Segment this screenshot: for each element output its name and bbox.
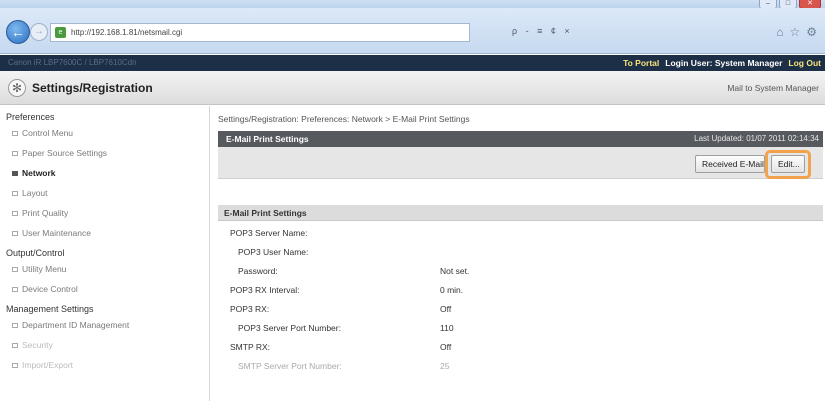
received-email-button[interactable]: Received E-Mail	[695, 155, 765, 173]
sidebar-group-output-control: Output/Control	[6, 248, 65, 258]
setting-value: Off	[440, 304, 452, 314]
setting-value: Off	[440, 342, 452, 352]
setting-label: POP3 User Name:	[238, 247, 309, 257]
settings-list: POP3 Server Name: POP3 User Name: Passwo…	[218, 224, 823, 376]
setting-row: POP3 Server Port Number: 110	[218, 319, 823, 338]
sidebar-item-device-control[interactable]: Device Control	[0, 278, 209, 298]
setting-value: Not set.	[440, 266, 470, 276]
sidebar-group-management: Management Settings	[6, 304, 94, 314]
main-content: Settings/Registration: Preferences: Netw…	[210, 106, 825, 401]
setting-value: 0 min.	[440, 285, 464, 295]
setting-row: POP3 User Name:	[218, 243, 823, 262]
home-icon[interactable]: ⌂	[776, 25, 783, 39]
window-titlebar: – □ ✕	[0, 0, 825, 9]
setting-label: POP3 RX:	[230, 304, 270, 314]
sidebar-item-paper-source[interactable]: Paper Source Settings	[0, 142, 209, 162]
forward-icon[interactable]: →	[30, 23, 48, 41]
section-header: E-Mail Print Settings	[218, 205, 823, 221]
logout-link[interactable]: Log Out	[788, 58, 821, 68]
sidebar-item-security[interactable]: Security	[0, 334, 209, 354]
setting-label: POP3 RX Interval:	[230, 285, 300, 295]
sidebar-item-print-quality[interactable]: Print Quality	[0, 202, 209, 222]
favorites-icon[interactable]: ☆	[789, 25, 800, 39]
last-updated: Last Updated: 01/07 2011 02:14:34	[694, 134, 819, 143]
setting-row: POP3 RX Interval: 0 min.	[218, 281, 823, 300]
device-header: Canon iR LBP7600C / LBP7610Cdn To Portal…	[0, 55, 825, 71]
browser-icons: ⌂ ☆ ⚙	[776, 25, 817, 39]
mail-to-manager-link[interactable]: Mail to System Manager	[727, 83, 819, 93]
sidebar: Preferences Control Menu Paper Source Se…	[0, 106, 210, 401]
panel-header: E-Mail Print Settings Last Updated: 01/0…	[218, 131, 823, 147]
edit-highlight	[765, 150, 811, 179]
device-name: Canon iR LBP7600C / LBP7610Cdn	[8, 58, 137, 67]
to-portal-link[interactable]: To Portal	[623, 58, 659, 68]
back-icon[interactable]: ←	[6, 20, 30, 44]
title-strip: ✻ Settings/Registration Mail to System M…	[0, 71, 825, 105]
page-title: Settings/Registration	[32, 81, 153, 95]
setting-row: POP3 Server Name:	[218, 224, 823, 243]
address-bar[interactable]: e http://192.168.1.81/netsmail.cgi	[50, 23, 470, 42]
sidebar-item-control-menu[interactable]: Control Menu	[0, 122, 209, 142]
setting-label: SMTP Server Port Number:	[238, 361, 342, 371]
settings-gear-icon: ✻	[8, 79, 26, 97]
panel-title: E-Mail Print Settings	[226, 134, 309, 144]
setting-row: SMTP RX: Off	[218, 338, 823, 357]
header-links: To Portal Login User: System Manager Log…	[623, 58, 821, 68]
breadcrumb: Settings/Registration: Preferences: Netw…	[218, 114, 470, 124]
browser-navbar: ← → e http://192.168.1.81/netsmail.cgi ρ…	[0, 8, 825, 54]
sidebar-item-user-maintenance[interactable]: User Maintenance	[0, 222, 209, 242]
sidebar-item-department-id[interactable]: Department ID Management	[0, 314, 209, 334]
setting-row: Password: Not set.	[218, 262, 823, 281]
setting-row: POP3 RX: Off	[218, 300, 823, 319]
address-tools[interactable]: ρ - ≡ ¢ ×	[512, 26, 573, 36]
gear-icon[interactable]: ⚙	[806, 25, 817, 39]
sidebar-group-preferences: Preferences	[6, 112, 55, 122]
sidebar-item-import-export[interactable]: Import/Export	[0, 354, 209, 374]
setting-value: 110	[440, 323, 454, 333]
setting-row: SMTP Server Port Number: 25	[218, 357, 823, 376]
setting-label: Password:	[238, 266, 278, 276]
panel-toolbar: Received E-Mail Edit...	[218, 147, 823, 179]
setting-label: SMTP RX:	[230, 342, 270, 352]
setting-label: POP3 Server Port Number:	[238, 323, 341, 333]
sidebar-item-utility-menu[interactable]: Utility Menu	[0, 258, 209, 278]
setting-label: POP3 Server Name:	[230, 228, 308, 238]
login-user-text: Login User: System Manager	[665, 58, 783, 68]
sidebar-item-layout[interactable]: Layout	[0, 182, 209, 202]
section-title: E-Mail Print Settings	[224, 208, 307, 218]
site-icon: e	[55, 27, 66, 38]
setting-value: 25	[440, 361, 450, 371]
sidebar-item-network[interactable]: Network	[0, 162, 209, 182]
address-url: http://192.168.1.81/netsmail.cgi	[71, 28, 183, 37]
